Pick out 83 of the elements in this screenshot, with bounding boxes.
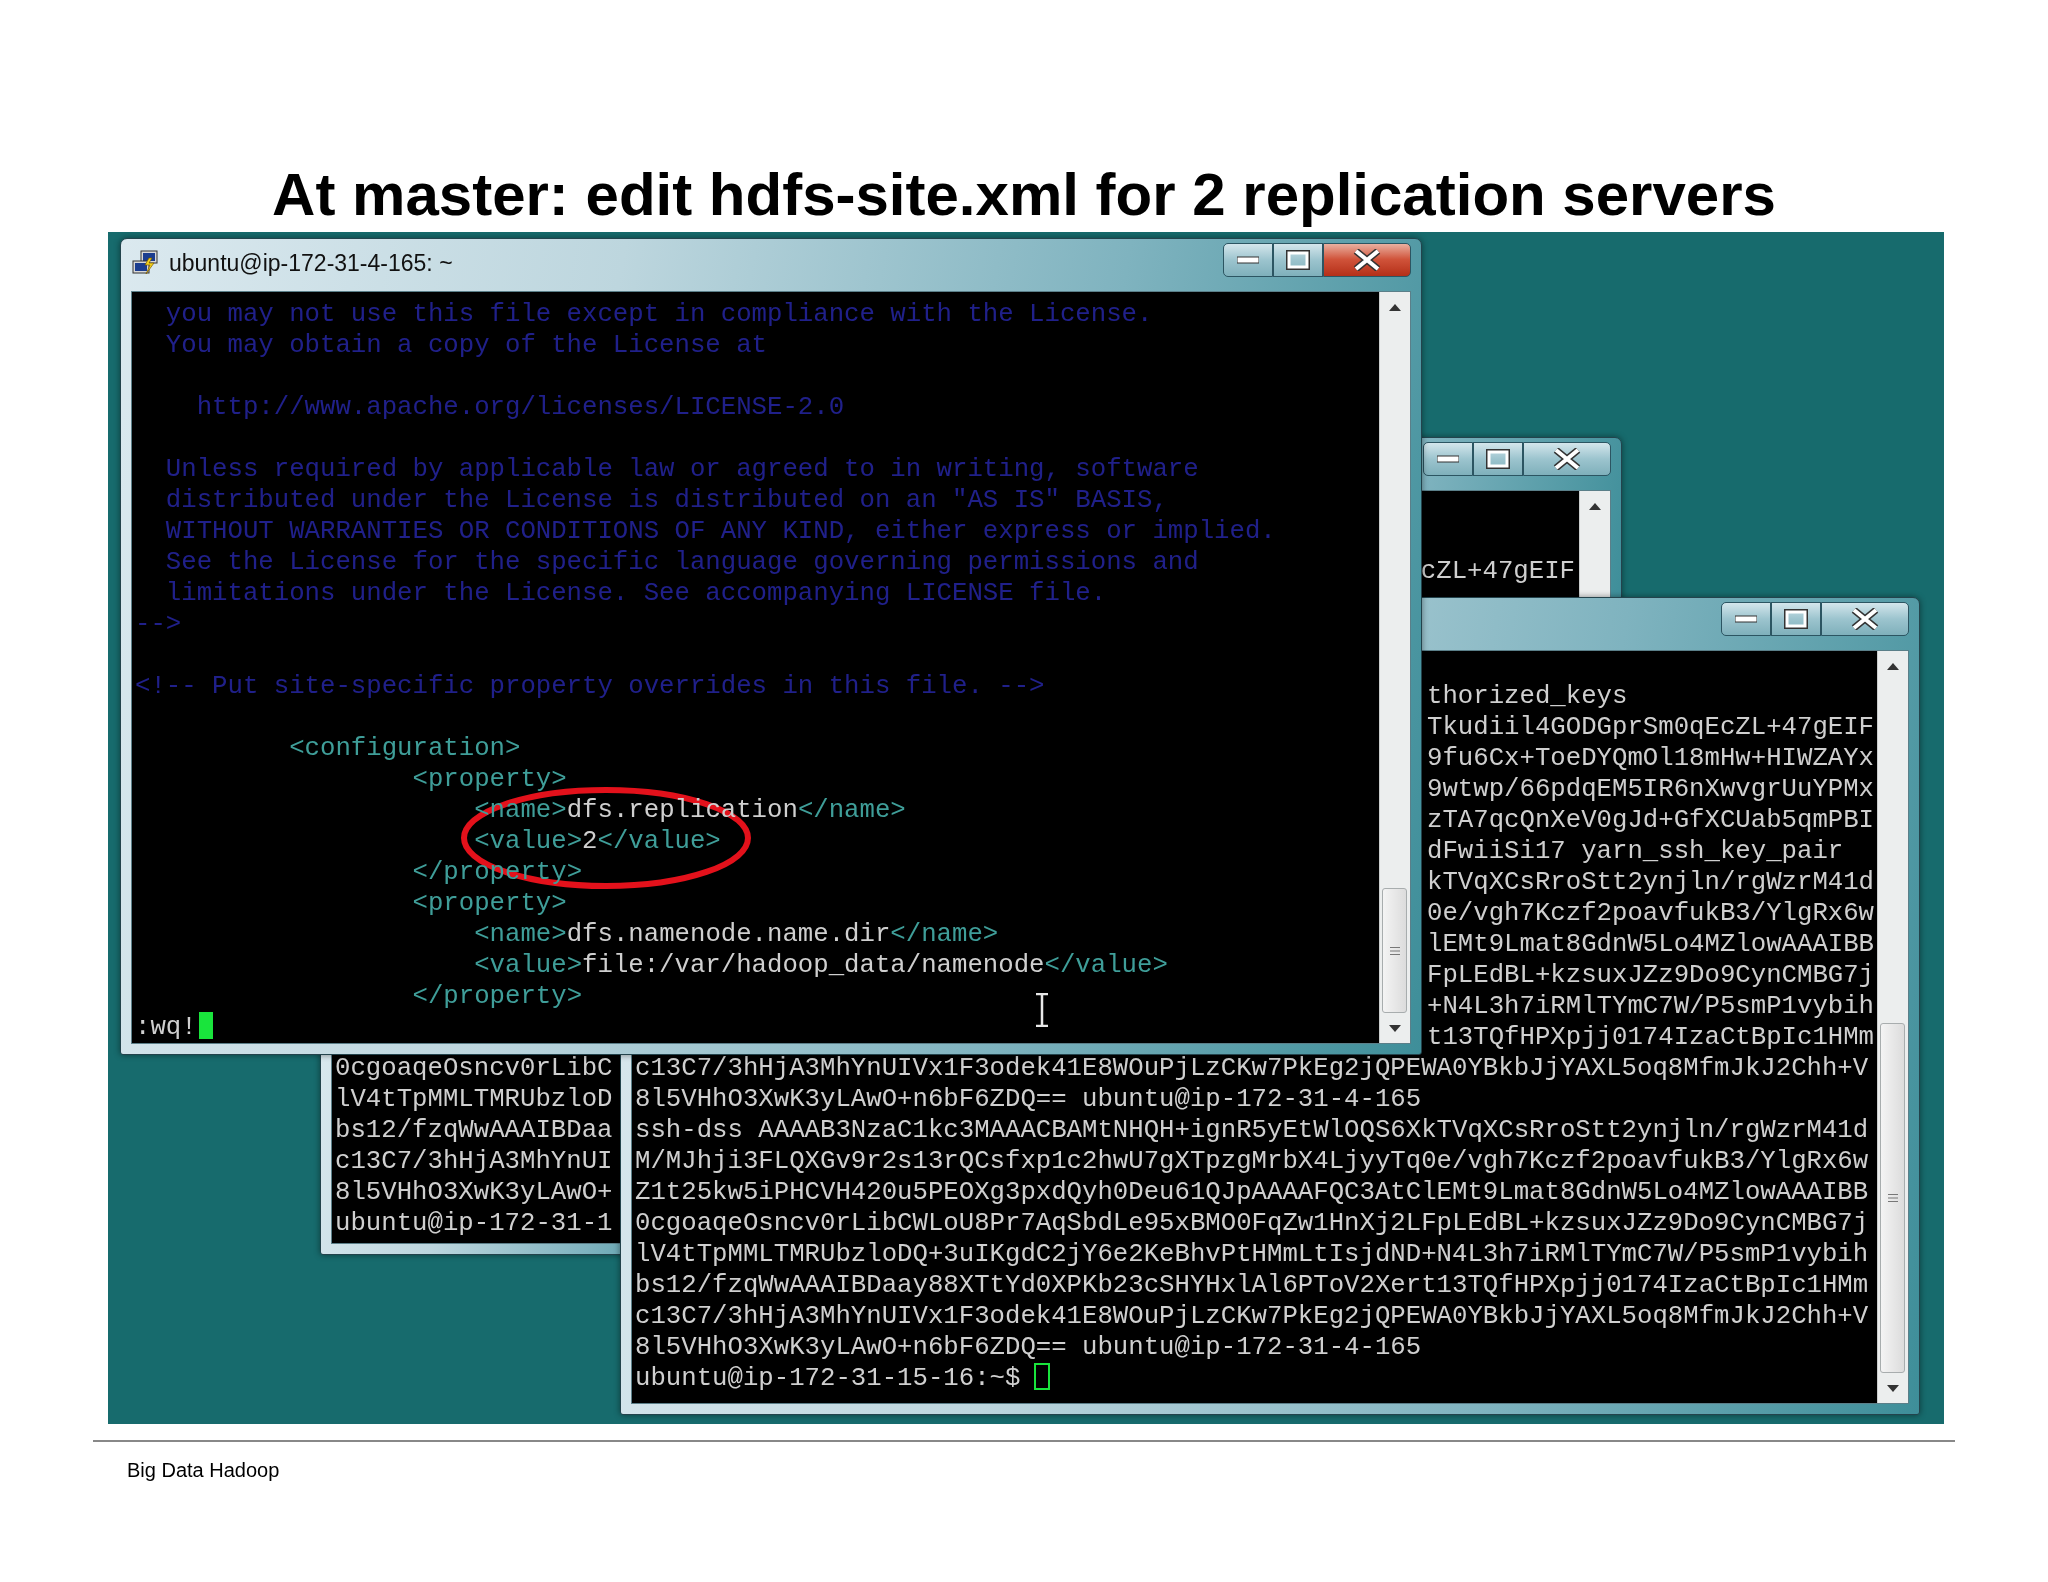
terminal-line: 9fu6Cx+ToeDYQmOl18mHw+HIWZAYx [1427,744,1875,773]
maximize-icon [1486,449,1510,469]
maximize-icon [1286,250,1310,270]
footer-text: Big Data Hadoop [127,1458,280,1482]
up-arrow-icon[interactable] [1887,662,1899,670]
terminal-line: limitations under the License. See accompanying LICENSE file. [164,579,1107,608]
terminal-cursor [198,1012,213,1039]
terminal-line: See the License for the specific language governing permissions and [164,548,1199,577]
down-arrow-icon[interactable] [1389,1024,1401,1032]
minimize-icon [1735,615,1757,623]
terminal-line: distributed under the License is distributed on an "AS IS" BASIS, [164,486,1168,515]
up-arrow-icon[interactable] [1589,502,1601,510]
terminal-line: lEMt9Lmat8GdnW5Lo4MZlowAAAIBB [1427,930,1875,959]
terminal-line: 0cgoaqeOsncv0rLibC [335,1054,613,1083]
terminal-line: lV4tTpMMLTMRUbzloD [335,1085,613,1114]
scroll-thumb[interactable] [1382,888,1407,1013]
minimize-button[interactable] [1223,243,1273,277]
terminal-line: bs12/fzqWwAAAIBDaay88XTtYd0XPKb23cSHYHxlAl6PToV2Xert13TQfHPXpjj0174IzaCtBpIc1HMm [635,1271,1869,1300]
terminal-line: You may obtain a copy of the License at [164,331,767,360]
minimize-icon [1437,455,1459,463]
terminal-line: </property> [411,982,583,1011]
terminal-line: <value>2</value> [473,827,721,856]
terminal-line: cZL+47gEIF [1420,557,1575,586]
maximize-icon [1784,609,1808,629]
terminal-line: +N4L3h7iRMlTYmC7W/P5smP1vybih [1427,992,1875,1021]
close-button[interactable] [1323,243,1411,277]
terminal-line: Tkudiil4GODGprSm0qEcZL+47gEIF [1427,713,1875,742]
terminal-line: Unless required by applicable law or agreed to in writing, software [164,455,1199,484]
terminal-line: --> [135,610,182,639]
close-button[interactable] [1523,442,1611,476]
scrollbar[interactable] [1877,651,1908,1403]
terminal-line: ssh-dss AAAAB3NzaC1kc3MAAACBAMtNHQH+ignR5yEtWlOQS6XkTVqXCsRroStt2ynjln/rgWzrM41d [635,1116,1869,1145]
terminal-line: c13C7/3hHjA3MhYnUI [335,1147,613,1176]
close-icon [1553,448,1581,470]
terminal-line: <property> [411,765,567,794]
terminal-line: 8l5VHhO3XwK3yLAwO+ [335,1178,613,1207]
terminal-cursor [1034,1363,1051,1390]
terminal-line: c13C7/3hHjA3MhYnUIVx1F3odek41E8WOuPjLzCKw7PkEg2jQPEWA0YBkbJjYAXL5oq8MfmJkJ2Chh+V [635,1054,1869,1083]
computers-icon [131,249,161,277]
terminal-line: FpLEdBL+kzsuxJZz9Do9CynCMBG7j [1427,961,1875,990]
minimize-icon [1237,256,1259,264]
terminal-line: 8l5VHhO3XwK3yLAwO+n6bF6ZDQ== ubuntu@ip-172-31-4-165 [635,1333,1422,1362]
close-icon [1353,249,1381,271]
window-title: ubuntu@ip-172-31-4-165: ~ [169,249,453,277]
terminal-line: WITHOUT WARRANTIES OR CONDITIONS OF ANY KIND, either express or implied. [164,517,1276,546]
terminal-line: <!-- Put site-specific property overrides in this file. --> [135,672,1045,701]
terminal-line: 8l5VHhO3XwK3yLAwO+n6bF6ZDQ== ubuntu@ip-172-31-4-165 [635,1085,1422,1114]
terminal-line: you may not use this file except in compliance with the License. [164,300,1153,329]
terminal-line: lV4tTpMMLTMRUbzloDQ+3uIKgdC2jY6e2KeBhvPtHMmLtIsjdND+N4L3h7iRMlTYmC7W/P5smP1vybih [635,1240,1869,1269]
terminal-line: ubuntu@ip-172-31-1 [335,1209,613,1238]
terminal-line: <property> [411,889,567,918]
terminal-line: 0cgoaqeOsncv0rLibCWLoU8Pr7AqSbdLe95xBMO0FqZw1HnXj2LFpLEdBL+kzsuxJZz9Do9CynCMBG7j [635,1209,1869,1238]
scrollbar[interactable] [1379,292,1410,1043]
slide-title: At master: edit hdfs-site.xml for 2 replication servers [272,163,1776,227]
terminal-line: http://www.apache.org/licenses/LICENSE-2.0 [195,393,845,422]
terminal-line: thorized_keys [1427,682,1628,711]
terminal-line: dFwiiSi17 yarn_ssh_key_pair [1427,837,1844,866]
maximize-button[interactable] [1771,602,1821,636]
terminal-line: Z1t25kw5iPHCVH420u5PEOXg3pxdQyh0Deu61QJpAAAAFQC3AtClEMt9Lmat8GdnW5Lo4MZlowAAAIBB [635,1178,1869,1207]
terminal-line: c13C7/3hHjA3MhYnUIVx1F3odek41E8WOuPjLzCKw7PkEg2jQPEWA0YBkbJjYAXL5oq8MfmJkJ2Chh+V [635,1302,1869,1331]
terminal-line: 9wtwp/66pdqEM5IR6nXwvgrUuYPMx [1427,775,1875,804]
close-icon [1851,608,1879,630]
terminal-line: <configuration> [288,734,521,763]
terminal-line: 0e/vgh7Kczf2poavfukB3/YlgRx6w [1427,899,1875,928]
terminal-line: zTA7qcQnXeV0gJd+GfXCUab5qmPBI [1427,806,1875,835]
terminal-line: bs12/fzqWwAAAIBDaa [335,1116,613,1145]
close-button[interactable] [1821,602,1909,636]
terminal-line: ubuntu@ip-172-31-15-16:~$ [635,1364,1021,1393]
terminal-line: t13TQfHPXpjj0174IzaCtBpIc1HMm [1427,1023,1875,1052]
terminal-line: <name>dfs.namenode.name.dir</name> [473,920,999,949]
terminal-line: kTVqXCsRroStt2ynjln/rgWzrM41d [1427,868,1875,897]
up-arrow-icon[interactable] [1389,303,1401,311]
down-arrow-icon[interactable] [1887,1384,1899,1392]
maximize-button[interactable] [1473,442,1523,476]
minimize-button[interactable] [1423,442,1473,476]
text-cursor-icon [1034,993,1050,1027]
scrollbar[interactable] [1579,491,1610,600]
terminal-line: M/MJhji3FLQXGv9r2s13rQCsfxp1c2hwU7gXTpzgMrbX4LjyyTq0e/vgh7Kczf2poavfukB3/YlgRx6w [635,1147,1869,1176]
minimize-button[interactable] [1721,602,1771,636]
terminal-line: :wq! [135,1013,197,1042]
terminal-line: <value>file:/var/hadoop_data/namenode</value> [473,951,1168,980]
maximize-button[interactable] [1273,243,1323,277]
scroll-thumb[interactable] [1880,1023,1905,1373]
